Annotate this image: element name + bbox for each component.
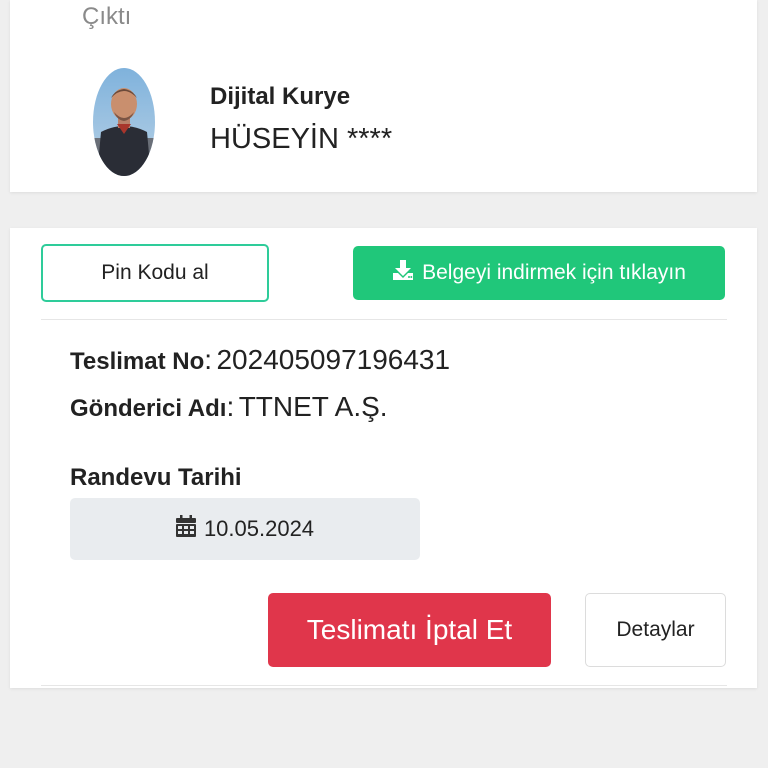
download-document-button-label: Belgeyi indirmek için tıklayın bbox=[422, 261, 686, 284]
download-document-button[interactable]: Belgeyi indirmek için tıklayın bbox=[353, 246, 725, 300]
separator: : bbox=[226, 391, 235, 422]
delivery-number-label: Teslimat No bbox=[70, 348, 205, 375]
download-icon bbox=[392, 259, 422, 287]
pin-code-button-label: Pin Kodu al bbox=[101, 261, 209, 284]
courier-role: Dijital Kurye bbox=[210, 83, 351, 110]
divider bbox=[41, 319, 727, 320]
details-button[interactable]: Detaylar bbox=[585, 593, 726, 667]
courier-card: Çıktı Dijital Kurye HÜSEYİN **** bbox=[10, 0, 757, 192]
delivery-number-value: 202405097196431 bbox=[216, 344, 451, 375]
bottom-divider bbox=[41, 685, 727, 686]
delivery-number-row: Teslimat No: 202405097196431 bbox=[70, 342, 450, 378]
cancel-delivery-button[interactable]: Teslimatı İptal Et bbox=[268, 593, 551, 667]
calendar-icon bbox=[175, 515, 204, 543]
cancel-delivery-button-label: Teslimatı İptal Et bbox=[306, 614, 513, 645]
courier-avatar bbox=[93, 68, 155, 176]
pin-code-button[interactable]: Pin Kodu al bbox=[41, 244, 269, 302]
sender-row: Gönderici Adı: TTNET A.Ş. bbox=[70, 389, 388, 425]
delivery-card: Pin Kodu al Belgeyi indirmek için tıklay… bbox=[10, 228, 757, 688]
appointment-date-box: 10.05.2024 bbox=[70, 498, 420, 560]
courier-name: HÜSEYİN **** bbox=[210, 123, 393, 155]
section-label: Çıktı bbox=[82, 3, 132, 30]
sender-value: TTNET A.Ş. bbox=[238, 391, 388, 422]
sender-label: Gönderici Adı bbox=[70, 395, 227, 422]
separator: : bbox=[204, 344, 213, 375]
details-button-label: Detaylar bbox=[616, 618, 695, 641]
appointment-date-label: Randevu Tarihi bbox=[70, 464, 242, 491]
appointment-date-value: 10.05.2024 bbox=[203, 516, 315, 541]
